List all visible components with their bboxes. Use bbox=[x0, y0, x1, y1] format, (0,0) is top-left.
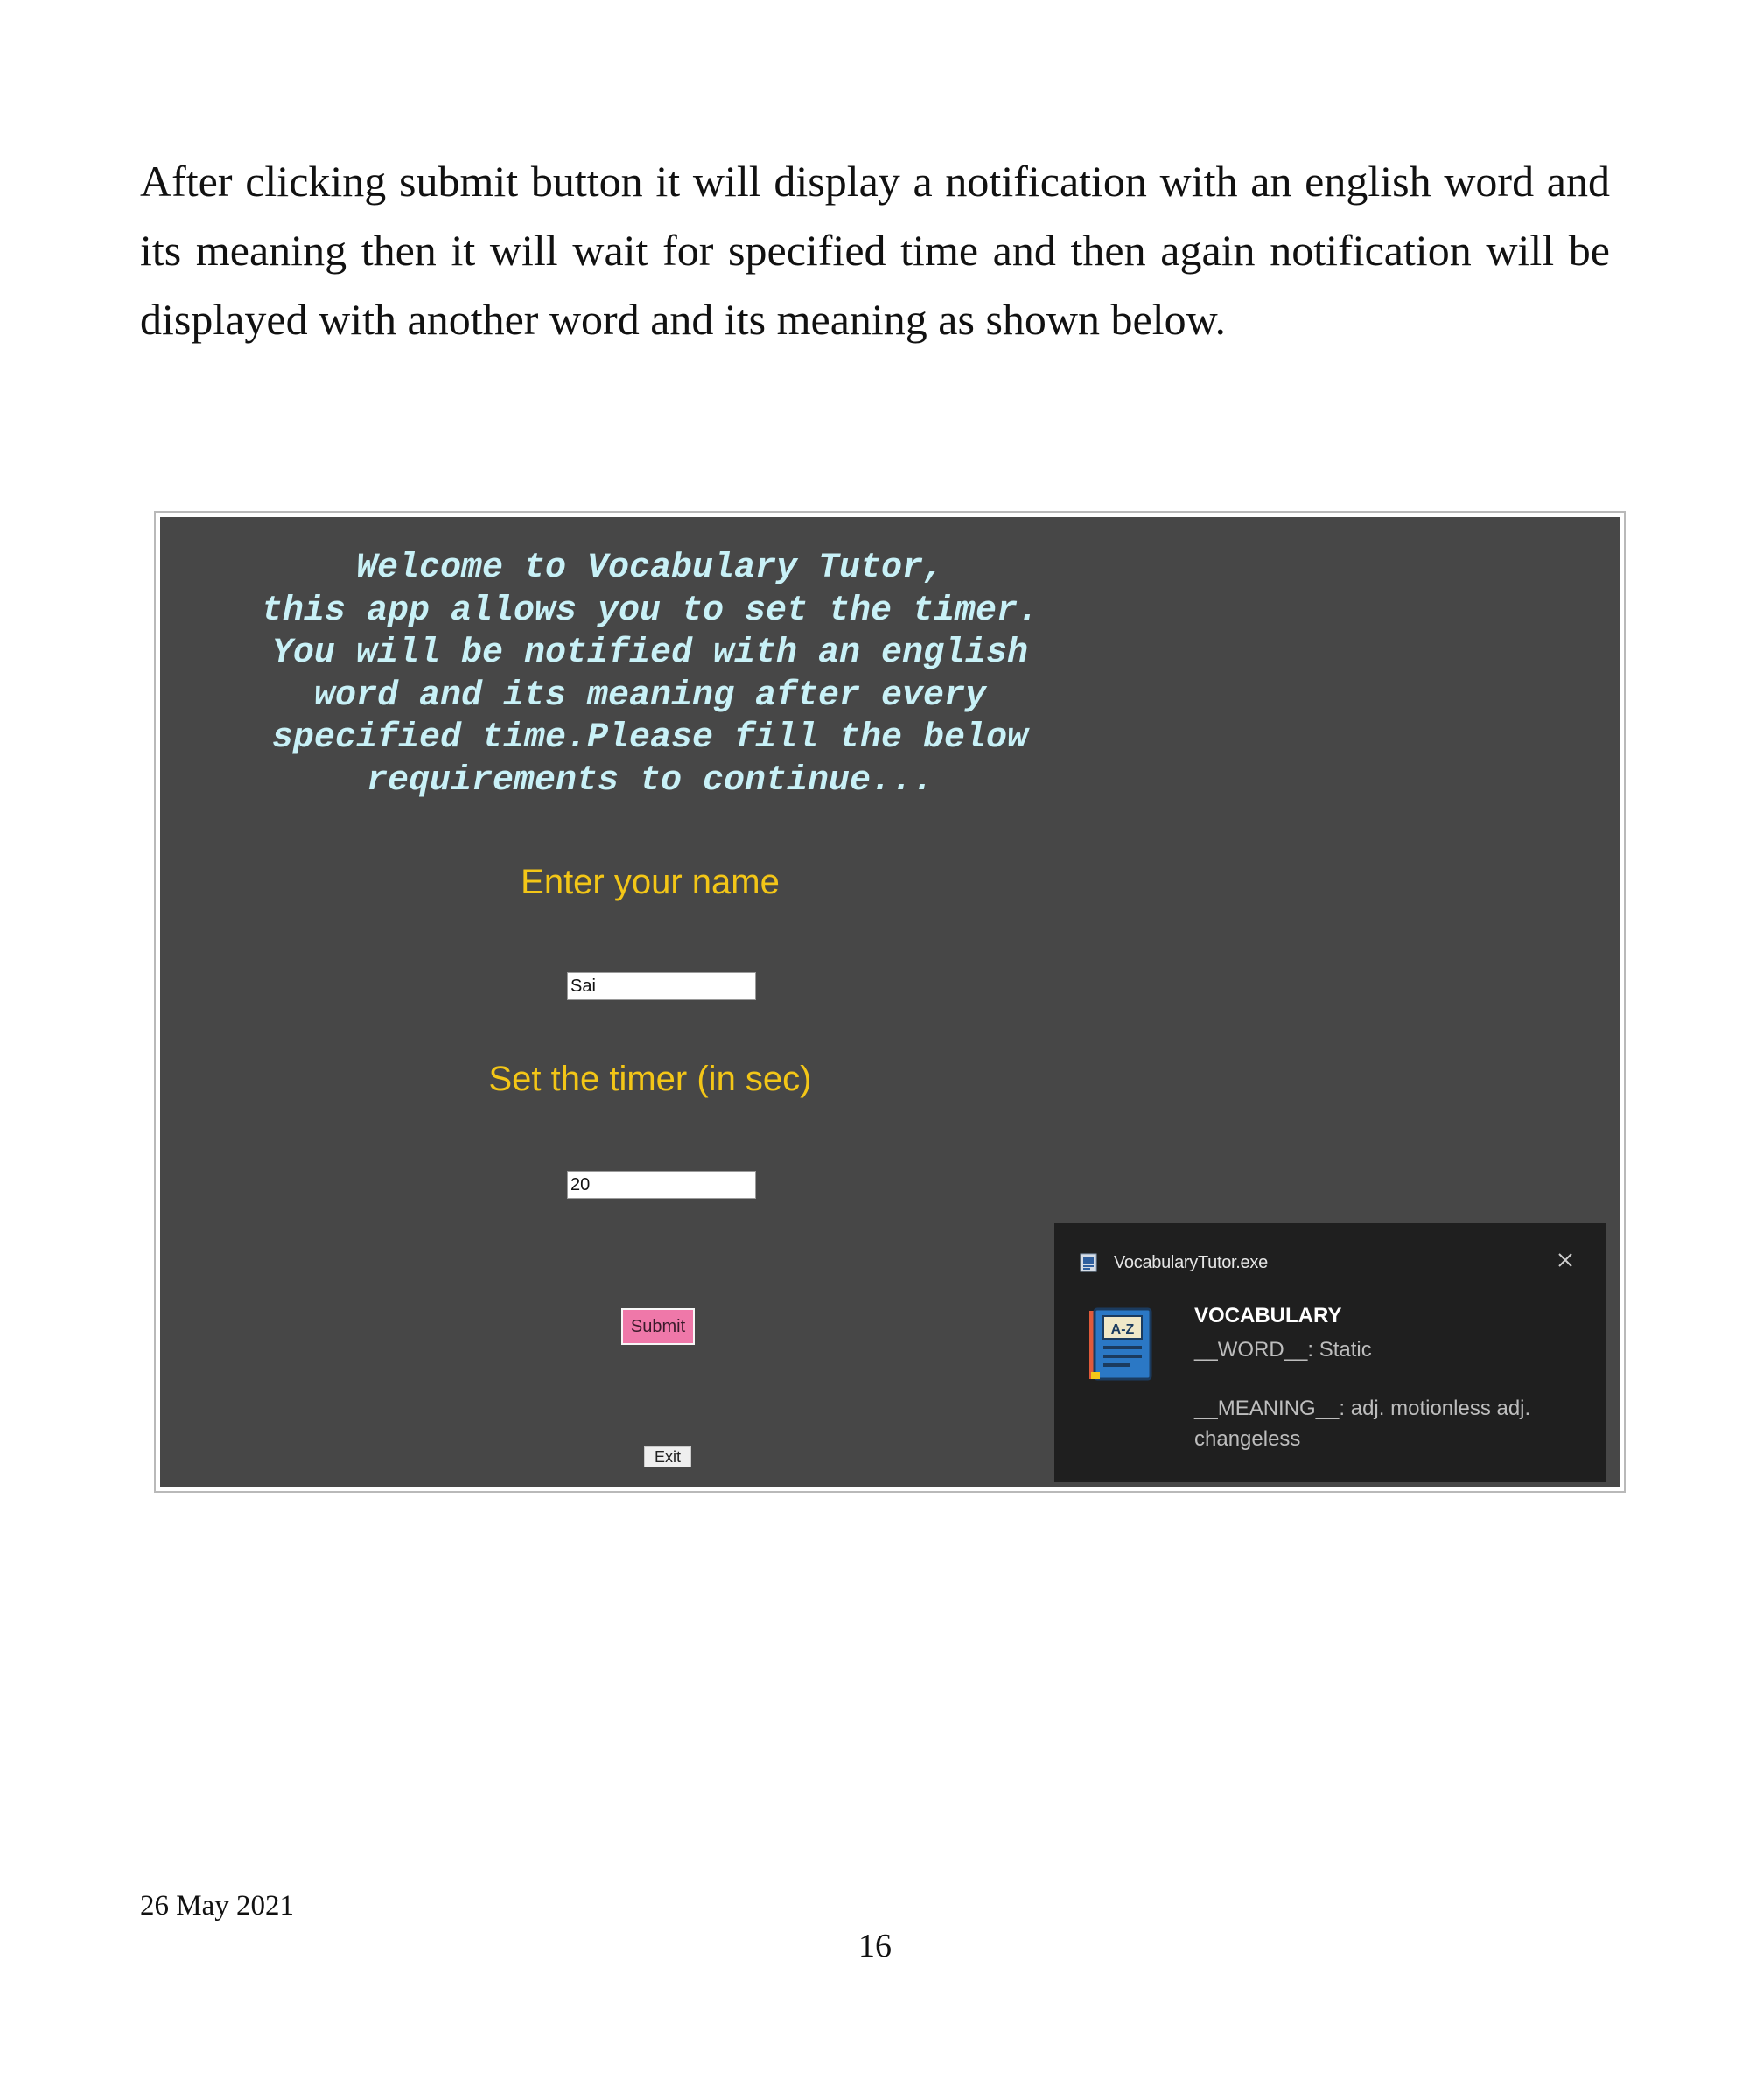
notification-app-name: VocabularyTutor.exe bbox=[1114, 1253, 1268, 1272]
footer-date: 26 May 2021 bbox=[140, 1890, 294, 1922]
welcome-line: Welcome to Vocabulary Tutor, bbox=[355, 549, 945, 588]
timer-label: Set the timer (in sec) bbox=[488, 1060, 812, 1098]
notification-word: __WORD__: Static bbox=[1194, 1338, 1372, 1362]
welcome-line: You will be notified with an english bbox=[271, 634, 1029, 673]
body-paragraph: After clicking submit button it will dis… bbox=[140, 157, 1610, 344]
vocabulary-tutor-window: Welcome to Vocabulary Tutor, this app al… bbox=[160, 517, 1620, 1487]
timer-input[interactable] bbox=[567, 1171, 756, 1199]
name-input[interactable] bbox=[567, 972, 756, 1000]
windows-notification[interactable]: VocabularyTutor.exe A-Z VOCABULARY __WOR… bbox=[1054, 1223, 1606, 1482]
welcome-line: word and its meaning after every bbox=[313, 676, 987, 716]
app-icon bbox=[1080, 1253, 1097, 1272]
welcome-line: requirements to continue... bbox=[366, 760, 934, 801]
page-number: 16 bbox=[858, 1928, 892, 1964]
welcome-line: this app allows you to set the timer. bbox=[261, 591, 1040, 631]
exit-button[interactable]: Exit bbox=[644, 1446, 691, 1467]
welcome-line: specified time.Please fill the below bbox=[271, 718, 1029, 758]
notification-title: VOCABULARY bbox=[1194, 1304, 1342, 1327]
screenshot-figure: Welcome to Vocabulary Tutor, this app al… bbox=[154, 511, 1626, 1493]
close-icon[interactable] bbox=[1555, 1250, 1576, 1270]
welcome-message: Welcome to Vocabulary Tutor, this app al… bbox=[213, 548, 1088, 802]
submit-button[interactable]: Submit bbox=[621, 1308, 695, 1345]
name-label: Enter your name bbox=[521, 863, 780, 901]
a-z-dictionary-icon: A-Z bbox=[1089, 1307, 1152, 1381]
notification-meaning: __MEANING__: adj. motionless adj. change… bbox=[1194, 1396, 1531, 1451]
svg-text:A-Z: A-Z bbox=[1111, 1322, 1135, 1337]
